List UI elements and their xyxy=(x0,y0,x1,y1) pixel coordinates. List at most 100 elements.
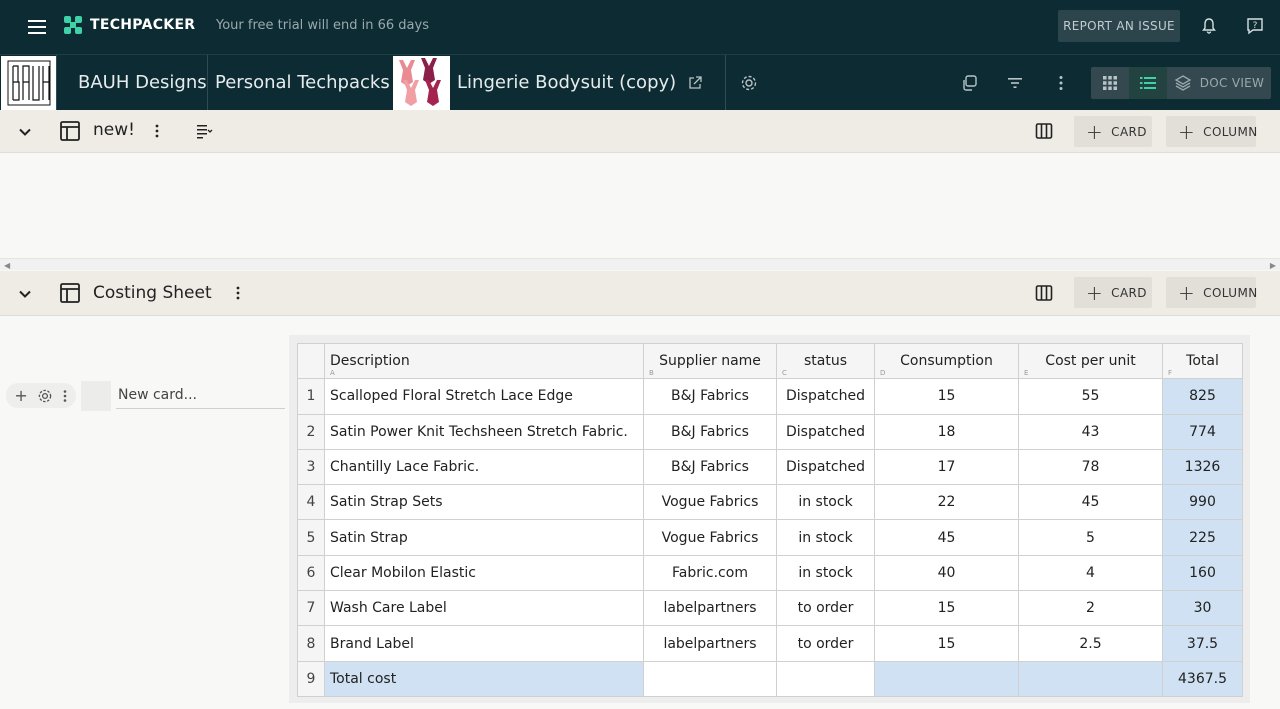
cell-consumption[interactable]: 22 xyxy=(874,484,1019,521)
cell-grand-total[interactable]: 4367.5 xyxy=(1162,660,1243,697)
cell-empty[interactable] xyxy=(643,660,777,697)
cell-supplier[interactable]: B&J Fabrics xyxy=(643,413,777,450)
cell-supplier[interactable]: Fabric.com xyxy=(643,554,777,592)
section-title[interactable]: Costing Sheet xyxy=(93,283,212,303)
brand-logo[interactable] xyxy=(1,56,56,110)
column-header-total[interactable]: Total F xyxy=(1162,342,1243,380)
columns-icon[interactable] xyxy=(1035,122,1053,140)
cell-cost-per-unit[interactable]: 55 xyxy=(1018,378,1163,415)
cell-status[interactable]: to order xyxy=(776,625,875,662)
chevron-down-icon[interactable] xyxy=(16,123,34,141)
row-number[interactable]: 7 xyxy=(297,590,325,627)
list-view-button[interactable] xyxy=(1129,67,1167,99)
cell-empty[interactable] xyxy=(874,660,1019,697)
more-vertical-icon[interactable] xyxy=(1051,73,1071,93)
external-link-icon[interactable] xyxy=(687,75,703,91)
cell-total[interactable]: 825 xyxy=(1162,378,1243,415)
app-logo[interactable]: TECHPACKER xyxy=(64,16,195,34)
cell-description[interactable]: Wash Care Label xyxy=(324,590,644,627)
cell-cost-per-unit[interactable]: 2.5 xyxy=(1018,625,1163,662)
cell-status[interactable]: in stock xyxy=(776,554,875,592)
cell-description[interactable]: Brand Label xyxy=(324,625,644,662)
cell-consumption[interactable]: 15 xyxy=(874,378,1019,415)
row-number[interactable]: 6 xyxy=(297,554,325,592)
breadcrumb-folder[interactable]: Personal Techpacks xyxy=(215,72,390,93)
section-title[interactable]: new! xyxy=(93,120,135,140)
cell-status[interactable]: in stock xyxy=(776,519,875,556)
cell-description[interactable]: Satin Strap xyxy=(324,519,644,556)
bell-icon[interactable] xyxy=(1200,17,1218,35)
add-card-button[interactable]: + CARD xyxy=(1074,116,1152,147)
cell-supplier[interactable]: labelpartners xyxy=(643,590,777,627)
more-vertical-icon[interactable] xyxy=(62,389,68,403)
cell-consumption[interactable]: 40 xyxy=(874,554,1019,592)
cell-status[interactable]: Dispatched xyxy=(776,448,875,486)
add-column-button[interactable]: + COLUMN xyxy=(1166,116,1257,147)
row-number[interactable]: 4 xyxy=(297,484,325,521)
breadcrumb-company[interactable]: BAUH Designs xyxy=(78,72,207,93)
more-vertical-icon[interactable] xyxy=(229,284,247,302)
cell-total[interactable]: 990 xyxy=(1162,484,1243,521)
hamburger-menu-icon[interactable] xyxy=(26,16,48,38)
cell-supplier[interactable]: labelpartners xyxy=(643,625,777,662)
cell-description[interactable]: Satin Power Knit Techsheen Stretch Fabri… xyxy=(324,413,644,450)
column-header-consumption[interactable]: Consumption D xyxy=(874,342,1019,380)
cell-total[interactable]: 160 xyxy=(1162,554,1243,592)
cell-supplier[interactable]: Vogue Fabrics xyxy=(643,519,777,556)
gear-icon[interactable] xyxy=(37,388,53,404)
cell-supplier[interactable]: B&J Fabrics xyxy=(643,448,777,486)
filter-icon[interactable] xyxy=(1005,73,1025,93)
cell-description[interactable]: Scalloped Floral Stretch Lace Edge xyxy=(324,378,644,415)
cell-status[interactable]: Dispatched xyxy=(776,378,875,415)
horizontal-scrollbar[interactable]: ◀ ▶ xyxy=(0,258,1280,270)
more-vertical-icon[interactable] xyxy=(148,122,166,140)
row-number[interactable]: 3 xyxy=(297,448,325,486)
row-number[interactable]: 5 xyxy=(297,519,325,556)
cell-consumption[interactable]: 18 xyxy=(874,413,1019,450)
cell-total-label[interactable]: Total cost xyxy=(324,660,644,697)
row-number[interactable]: 9 xyxy=(297,660,325,697)
cell-description[interactable]: Clear Mobilon Elastic xyxy=(324,554,644,592)
cell-consumption[interactable]: 45 xyxy=(874,519,1019,556)
list-settings-icon[interactable] xyxy=(195,122,213,140)
columns-icon[interactable] xyxy=(1035,284,1053,302)
cell-cost-per-unit[interactable]: 4 xyxy=(1018,554,1163,592)
add-icon[interactable]: + xyxy=(14,387,27,404)
cell-consumption[interactable]: 15 xyxy=(874,625,1019,662)
breadcrumb-product[interactable]: Lingerie Bodysuit (copy) xyxy=(457,72,676,93)
doc-view-button[interactable]: DOC VIEW xyxy=(1167,67,1271,99)
gear-icon[interactable] xyxy=(739,73,759,93)
column-header-status[interactable]: status C xyxy=(776,342,875,380)
product-thumbnail[interactable] xyxy=(393,56,450,110)
grid-view-button[interactable] xyxy=(1091,67,1129,99)
chevron-down-icon[interactable] xyxy=(16,285,34,303)
cell-supplier[interactable]: B&J Fabrics xyxy=(643,378,777,415)
row-number[interactable]: 1 xyxy=(297,378,325,415)
cell-cost-per-unit[interactable]: 43 xyxy=(1018,413,1163,450)
cell-total[interactable]: 37.5 xyxy=(1162,625,1243,662)
new-card-input[interactable] xyxy=(116,382,285,409)
help-chat-icon[interactable]: ? xyxy=(1245,16,1265,36)
copy-icon[interactable] xyxy=(959,73,979,93)
card-thumbnail[interactable] xyxy=(81,381,111,411)
column-header-supplier[interactable]: Supplier name B xyxy=(643,342,777,380)
corner-cell[interactable] xyxy=(297,342,325,380)
cell-status[interactable]: Dispatched xyxy=(776,413,875,450)
row-number[interactable]: 2 xyxy=(297,413,325,450)
cell-consumption[interactable]: 15 xyxy=(874,590,1019,627)
cell-total[interactable]: 774 xyxy=(1162,413,1243,450)
cell-cost-per-unit[interactable]: 2 xyxy=(1018,590,1163,627)
cell-consumption[interactable]: 17 xyxy=(874,448,1019,486)
cell-total[interactable]: 1326 xyxy=(1162,448,1243,486)
scroll-left-icon[interactable]: ◀ xyxy=(4,261,10,270)
cell-status[interactable]: in stock xyxy=(776,484,875,521)
report-issue-button[interactable]: REPORT AN ISSUE xyxy=(1058,10,1180,42)
cell-total[interactable]: 225 xyxy=(1162,519,1243,556)
cell-cost-per-unit[interactable]: 45 xyxy=(1018,484,1163,521)
cell-empty[interactable] xyxy=(1018,660,1163,697)
cell-cost-per-unit[interactable]: 78 xyxy=(1018,448,1163,486)
scroll-right-icon[interactable]: ▶ xyxy=(1270,261,1276,270)
column-header-cost-per-unit[interactable]: Cost per unit E xyxy=(1018,342,1163,380)
cell-total[interactable]: 30 xyxy=(1162,590,1243,627)
row-number[interactable]: 8 xyxy=(297,625,325,662)
